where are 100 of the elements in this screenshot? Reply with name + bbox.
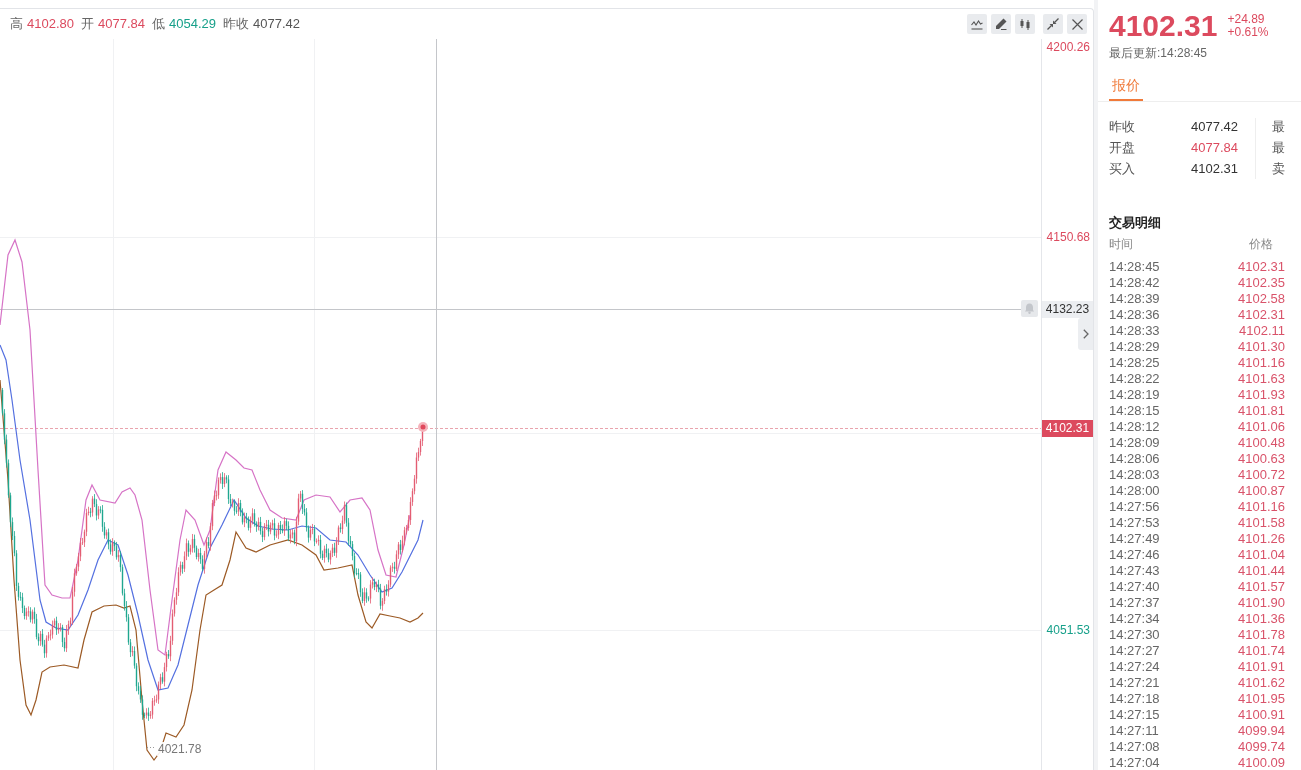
- stat-value: 4102.80: [27, 16, 74, 31]
- trade-price: 4101.30: [1238, 339, 1285, 355]
- trade-list-title: 交易明细: [1109, 214, 1162, 232]
- trade-price: 4099.94: [1238, 723, 1285, 739]
- trade-price: 4101.63: [1238, 371, 1285, 387]
- trade-price: 4101.95: [1238, 691, 1285, 707]
- shrink-arrows-icon: [1047, 18, 1059, 30]
- trade-price: 4101.26: [1238, 531, 1285, 547]
- trade-time: 14:27:40: [1109, 579, 1160, 595]
- field-label: 最: [1272, 139, 1285, 157]
- trade-time: 14:28:33: [1109, 323, 1160, 339]
- trade-price: 4101.90: [1238, 595, 1285, 611]
- trade-price: 4101.06: [1238, 419, 1285, 435]
- trade-price: 4102.58: [1238, 291, 1285, 307]
- field-value: 4077.42: [1191, 118, 1239, 136]
- current-price: 4102.31: [1109, 9, 1218, 43]
- trade-price: 4101.16: [1238, 499, 1285, 515]
- last-price-tag: 4102.31: [1042, 420, 1093, 437]
- trade-time: 14:28:15: [1109, 403, 1160, 419]
- indicator-button[interactable]: [967, 14, 987, 34]
- candlestick-icon: [1019, 18, 1031, 30]
- stat-label: 开: [81, 15, 94, 33]
- trade-price: 4101.44: [1238, 563, 1285, 579]
- trade-time: 14:28:19: [1109, 387, 1160, 403]
- trade-price: 4101.36: [1238, 611, 1285, 627]
- trade-time: 14:28:25: [1109, 355, 1160, 371]
- trade-price: 4102.11: [1238, 323, 1285, 339]
- stat-value: 4077.84: [98, 16, 145, 31]
- trade-price: 4101.62: [1238, 675, 1285, 691]
- trade-price: 4101.81: [1238, 403, 1285, 419]
- trade-time: 14:27:21: [1109, 675, 1160, 691]
- close-button[interactable]: [1067, 14, 1087, 34]
- trade-time: 14:27:08: [1109, 739, 1160, 755]
- trade-price: 4100.63: [1238, 451, 1285, 467]
- stat-value: 4077.42: [253, 16, 300, 31]
- trade-price: 4102.31: [1238, 307, 1285, 323]
- trade-time: 14:28:45: [1109, 259, 1160, 275]
- trade-price: 4101.74: [1238, 643, 1285, 659]
- stat-label: 高: [10, 15, 23, 33]
- draw-button[interactable]: [991, 14, 1011, 34]
- price-axis-label: 4200.26: [1045, 39, 1091, 55]
- trade-price: 4101.57: [1238, 579, 1285, 595]
- field-label: 买入: [1109, 160, 1135, 178]
- trade-time: 14:27:15: [1109, 707, 1160, 723]
- price-change: +24.89: [1227, 13, 1266, 26]
- trade-time: 14:27:18: [1109, 691, 1160, 707]
- field-value: 4102.31: [1191, 160, 1239, 178]
- price-axis-label: 4051.53: [1045, 622, 1091, 638]
- trade-price: 4101.58: [1238, 515, 1285, 531]
- field-label: 最: [1272, 118, 1285, 136]
- trade-time: 14:27:34: [1109, 611, 1160, 627]
- trade-time: 14:28:00: [1109, 483, 1160, 499]
- trade-time: 14:28:12: [1109, 419, 1160, 435]
- trade-time: 14:28:06: [1109, 451, 1160, 467]
- trade-time: 14:27:46: [1109, 547, 1160, 563]
- wave-line-icon: [971, 18, 983, 30]
- column-header: 时间: [1109, 236, 1133, 252]
- trade-time: 14:28:09: [1109, 435, 1160, 451]
- trade-price: 4101.91: [1238, 659, 1285, 675]
- trade-time: 14:27:37: [1109, 595, 1160, 611]
- trade-time: 14:27:11: [1109, 723, 1159, 739]
- price-change-percent: +0.61%: [1227, 26, 1269, 39]
- trade-time: 14:28:39: [1109, 291, 1160, 307]
- trade-price: 4100.87: [1238, 483, 1285, 499]
- trade-price: 4101.04: [1238, 547, 1285, 563]
- minimize-button[interactable]: [1043, 14, 1063, 34]
- trade-price: 4102.35: [1238, 275, 1285, 291]
- trade-price: 4101.16: [1238, 355, 1285, 371]
- chart-type-button[interactable]: [1015, 14, 1035, 34]
- trade-price: 4100.09: [1238, 755, 1285, 770]
- price-axis-label: 4150.68: [1045, 229, 1091, 245]
- trade-time: 14:27:27: [1109, 643, 1160, 659]
- field-label: 卖: [1272, 160, 1285, 178]
- stat-label: 低: [152, 15, 165, 33]
- trade-time: 14:27:56: [1109, 499, 1160, 515]
- column-header: 价格: [1249, 236, 1273, 252]
- trade-price: 4101.93: [1238, 387, 1285, 403]
- trade-time: 14:28:22: [1109, 371, 1160, 387]
- trade-time: 14:27:49: [1109, 531, 1160, 547]
- field-value: 4077.84: [1191, 139, 1239, 157]
- quote-tab[interactable]: 报价: [1109, 75, 1143, 101]
- trade-time: 14:28:03: [1109, 467, 1160, 483]
- trade-time: 14:28:29: [1109, 339, 1160, 355]
- trade-time: 14:28:36: [1109, 307, 1160, 323]
- crosshair-price-label: 4132.23: [1042, 301, 1093, 318]
- trade-price: 4100.72: [1238, 467, 1285, 483]
- stat-value: 4054.29: [169, 16, 216, 31]
- trade-price: 4099.74: [1238, 739, 1285, 755]
- last-updated-text: 最后更新:14:28:45: [1109, 45, 1209, 61]
- trade-time: 14:27:43: [1109, 563, 1160, 579]
- trade-price: 4102.31: [1238, 259, 1285, 275]
- stat-label: 昨收: [223, 15, 249, 33]
- trade-price: 4100.91: [1238, 707, 1285, 723]
- trade-time: 14:27:53: [1109, 515, 1160, 531]
- trade-time: 14:27:30: [1109, 627, 1160, 643]
- trade-time: 14:28:42: [1109, 275, 1160, 291]
- trade-price: 4101.78: [1238, 627, 1285, 643]
- chevron-right-icon: [1082, 329, 1089, 339]
- close-icon: [1071, 18, 1083, 30]
- field-label: 昨收: [1109, 118, 1135, 136]
